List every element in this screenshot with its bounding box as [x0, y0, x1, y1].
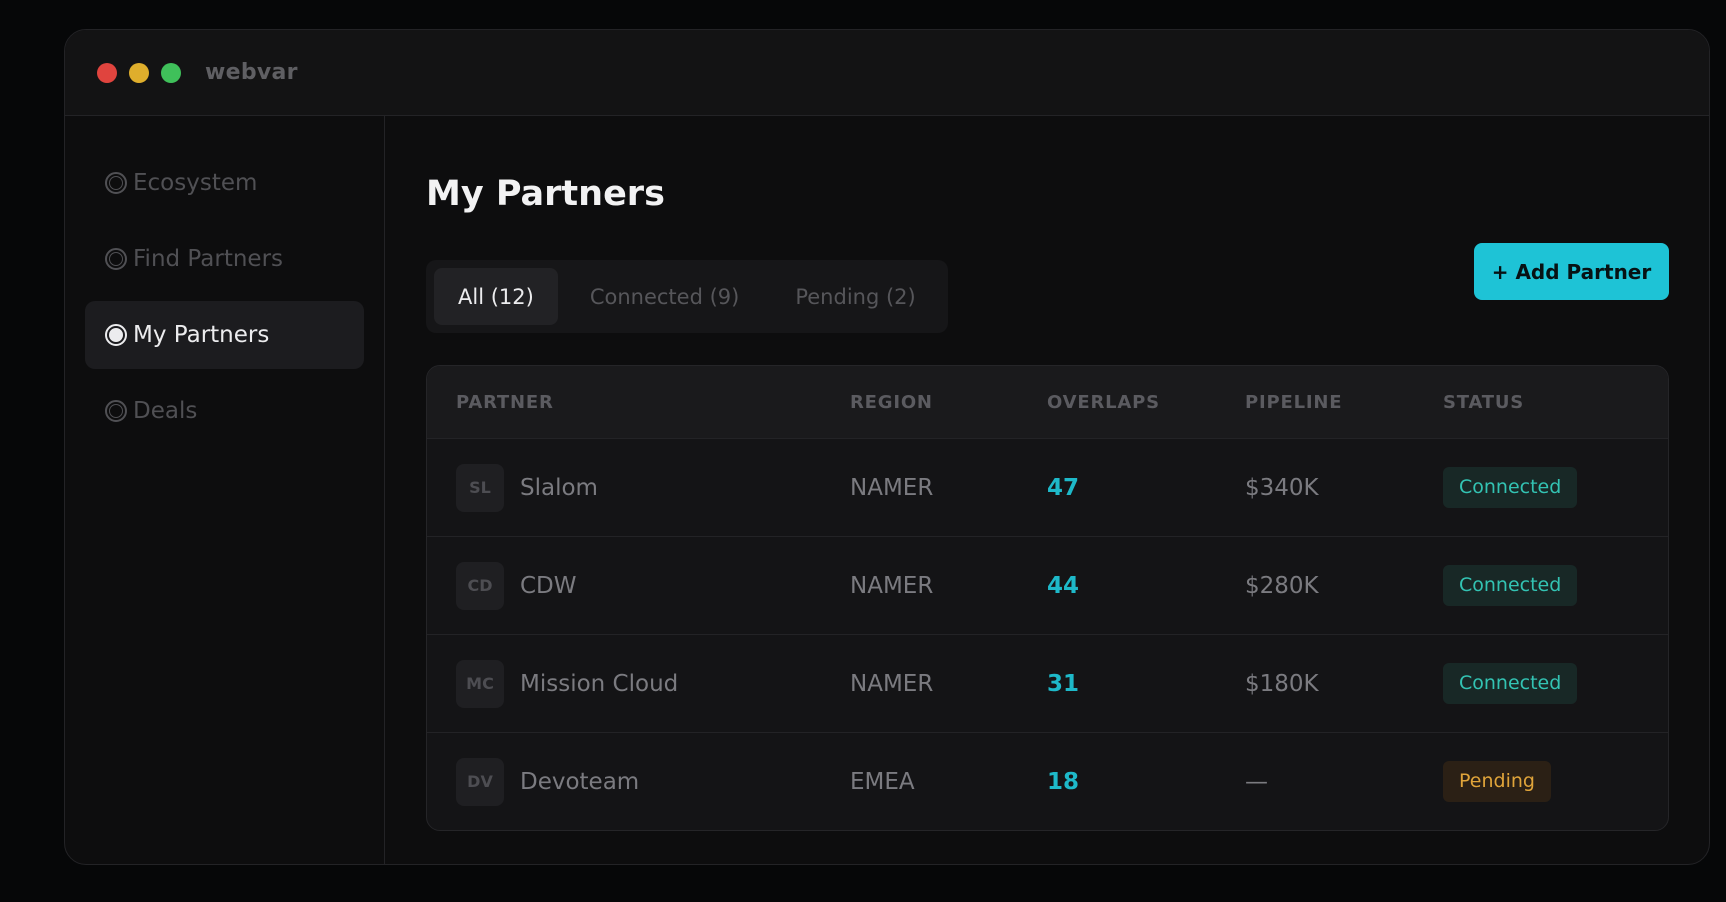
sidebar: Ecosystem Find Partners My Partners Deal…: [65, 116, 385, 864]
sidebar-item-label: Find Partners: [133, 246, 284, 272]
add-partner-button[interactable]: + Add Partner: [1474, 243, 1669, 300]
sidebar-item-label: My Partners: [133, 322, 270, 348]
main-content: My Partners + Add Partner All (12) Conne…: [385, 116, 1709, 864]
pipeline-cell: $280K: [1245, 572, 1319, 599]
column-header-overlaps[interactable]: OVERLAPS: [1047, 392, 1245, 413]
overlaps-cell: 18: [1047, 768, 1080, 795]
status-badge: Connected: [1443, 663, 1578, 704]
partner-avatar: SL: [456, 463, 504, 512]
partner-name[interactable]: Mission Cloud: [520, 671, 678, 697]
close-window-button[interactable]: [97, 62, 117, 83]
app-window: webvar Ecosystem Find Partners My Partne…: [64, 29, 1710, 865]
radio-circle-icon: [105, 172, 127, 194]
filter-tabs: All (12) Connected (9) Pending (2): [426, 260, 948, 333]
partner-avatar: CD: [456, 561, 504, 610]
sidebar-item-my-partners[interactable]: My Partners: [85, 301, 364, 369]
overlaps-cell: 47: [1047, 474, 1080, 501]
partner-name[interactable]: CDW: [520, 573, 577, 599]
pipeline-cell: —: [1245, 768, 1268, 795]
column-header-partner[interactable]: PARTNER: [456, 392, 850, 413]
table-row[interactable]: MC Mission Cloud NAMER 31 $180K Connecte…: [427, 634, 1668, 732]
sidebar-item-label: Deals: [133, 398, 198, 424]
region-cell: NAMER: [850, 572, 934, 599]
partner-name[interactable]: Slalom: [520, 475, 598, 501]
radio-filled-icon: [105, 324, 127, 346]
overlaps-cell: 44: [1047, 572, 1080, 599]
title-bar: webvar: [65, 30, 1709, 116]
sidebar-item-deals[interactable]: Deals: [85, 377, 364, 445]
app-title: webvar: [205, 60, 298, 85]
partner-name[interactable]: Devoteam: [520, 769, 639, 795]
partners-table: PARTNER REGION OVERLAPS PIPELINE STATUS …: [426, 365, 1669, 831]
tab-all[interactable]: All (12): [434, 268, 558, 325]
minimize-window-button[interactable]: [129, 62, 149, 83]
tab-pending[interactable]: Pending (2): [771, 268, 939, 325]
partner-avatar: DV: [456, 757, 504, 806]
radio-circle-icon: [105, 248, 127, 270]
pipeline-cell: $180K: [1245, 670, 1319, 697]
status-badge: Pending: [1443, 761, 1551, 802]
region-cell: NAMER: [850, 670, 934, 697]
status-badge: Connected: [1443, 467, 1578, 508]
table-row[interactable]: DV Devoteam EMEA 18 — Pending: [427, 732, 1668, 830]
region-cell: NAMER: [850, 474, 934, 501]
table-header: PARTNER REGION OVERLAPS PIPELINE STATUS: [427, 366, 1668, 438]
column-header-pipeline[interactable]: PIPELINE: [1245, 392, 1443, 413]
overlaps-cell: 31: [1047, 670, 1080, 697]
table-row[interactable]: SL Slalom NAMER 47 $340K Connected: [427, 438, 1668, 536]
column-header-status[interactable]: STATUS: [1443, 392, 1668, 413]
maximize-window-button[interactable]: [161, 62, 181, 83]
table-row[interactable]: CD CDW NAMER 44 $280K Connected: [427, 536, 1668, 634]
status-badge: Connected: [1443, 565, 1578, 606]
pipeline-cell: $340K: [1245, 474, 1319, 501]
partner-avatar: MC: [456, 659, 504, 708]
sidebar-item-ecosystem[interactable]: Ecosystem: [85, 149, 364, 217]
sidebar-item-find-partners[interactable]: Find Partners: [85, 225, 364, 293]
sidebar-item-label: Ecosystem: [133, 170, 258, 196]
page-title: My Partners: [426, 174, 665, 214]
region-cell: EMEA: [850, 768, 915, 795]
column-header-region[interactable]: REGION: [850, 392, 1047, 413]
tab-connected[interactable]: Connected (9): [566, 268, 764, 325]
radio-circle-icon: [105, 400, 127, 422]
